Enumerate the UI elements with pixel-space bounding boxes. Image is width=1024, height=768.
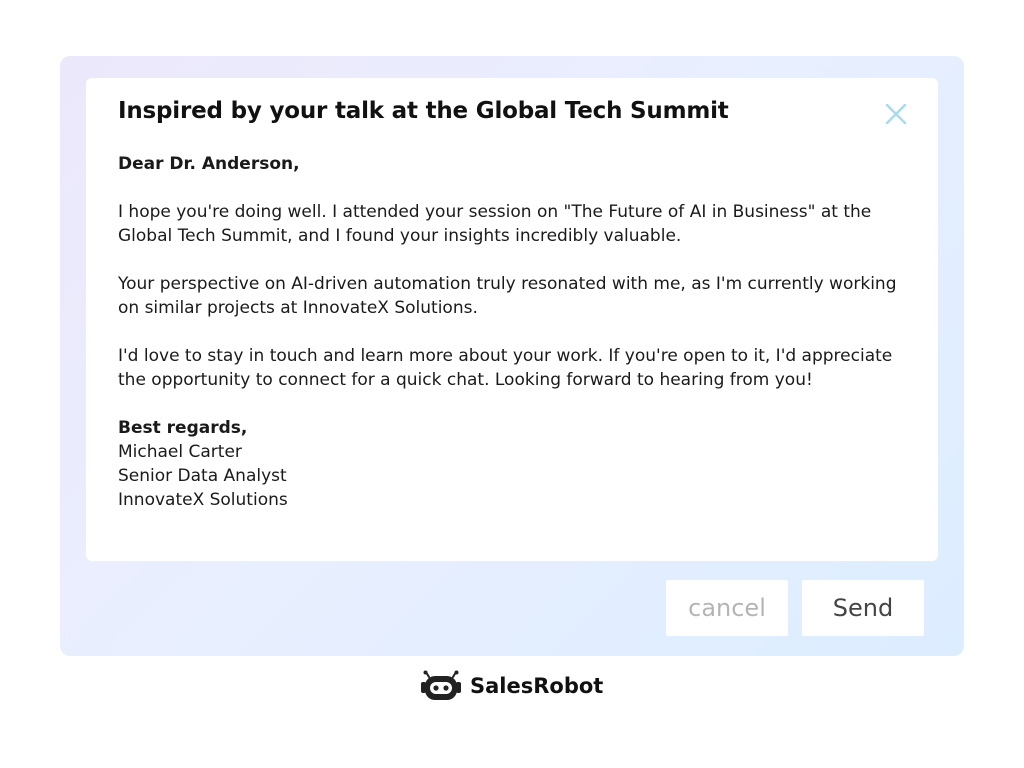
brand-name: SalesRobot [470, 674, 604, 698]
robot-icon [421, 670, 461, 700]
email-paragraph: I hope you're doing well. I attended you… [118, 202, 872, 246]
close-button[interactable] [882, 100, 910, 128]
close-icon [885, 103, 907, 125]
email-paragraph: Your perspective on AI-driven automation… [118, 274, 897, 318]
cancel-button[interactable]: cancel [666, 580, 788, 636]
email-signoff: Best regards, [118, 418, 248, 438]
signature-company: InnovateX Solutions [118, 490, 288, 510]
brand-footer: SalesRobot [420, 668, 603, 704]
email-body: Dear Dr. Anderson, I hope you're doing w… [118, 152, 908, 512]
email-paragraph: I'd love to stay in touch and learn more… [118, 346, 893, 390]
email-subject: Inspired by your talk at the Global Tech… [118, 98, 729, 124]
signature-title: Senior Data Analyst [118, 466, 287, 486]
message-card: Inspired by your talk at the Global Tech… [86, 78, 938, 561]
email-signature: Best regards, Michael Carter Senior Data… [118, 416, 908, 512]
send-button[interactable]: Send [802, 580, 924, 636]
signature-name: Michael Carter [118, 442, 242, 462]
email-greeting: Dear Dr. Anderson, [118, 154, 300, 174]
